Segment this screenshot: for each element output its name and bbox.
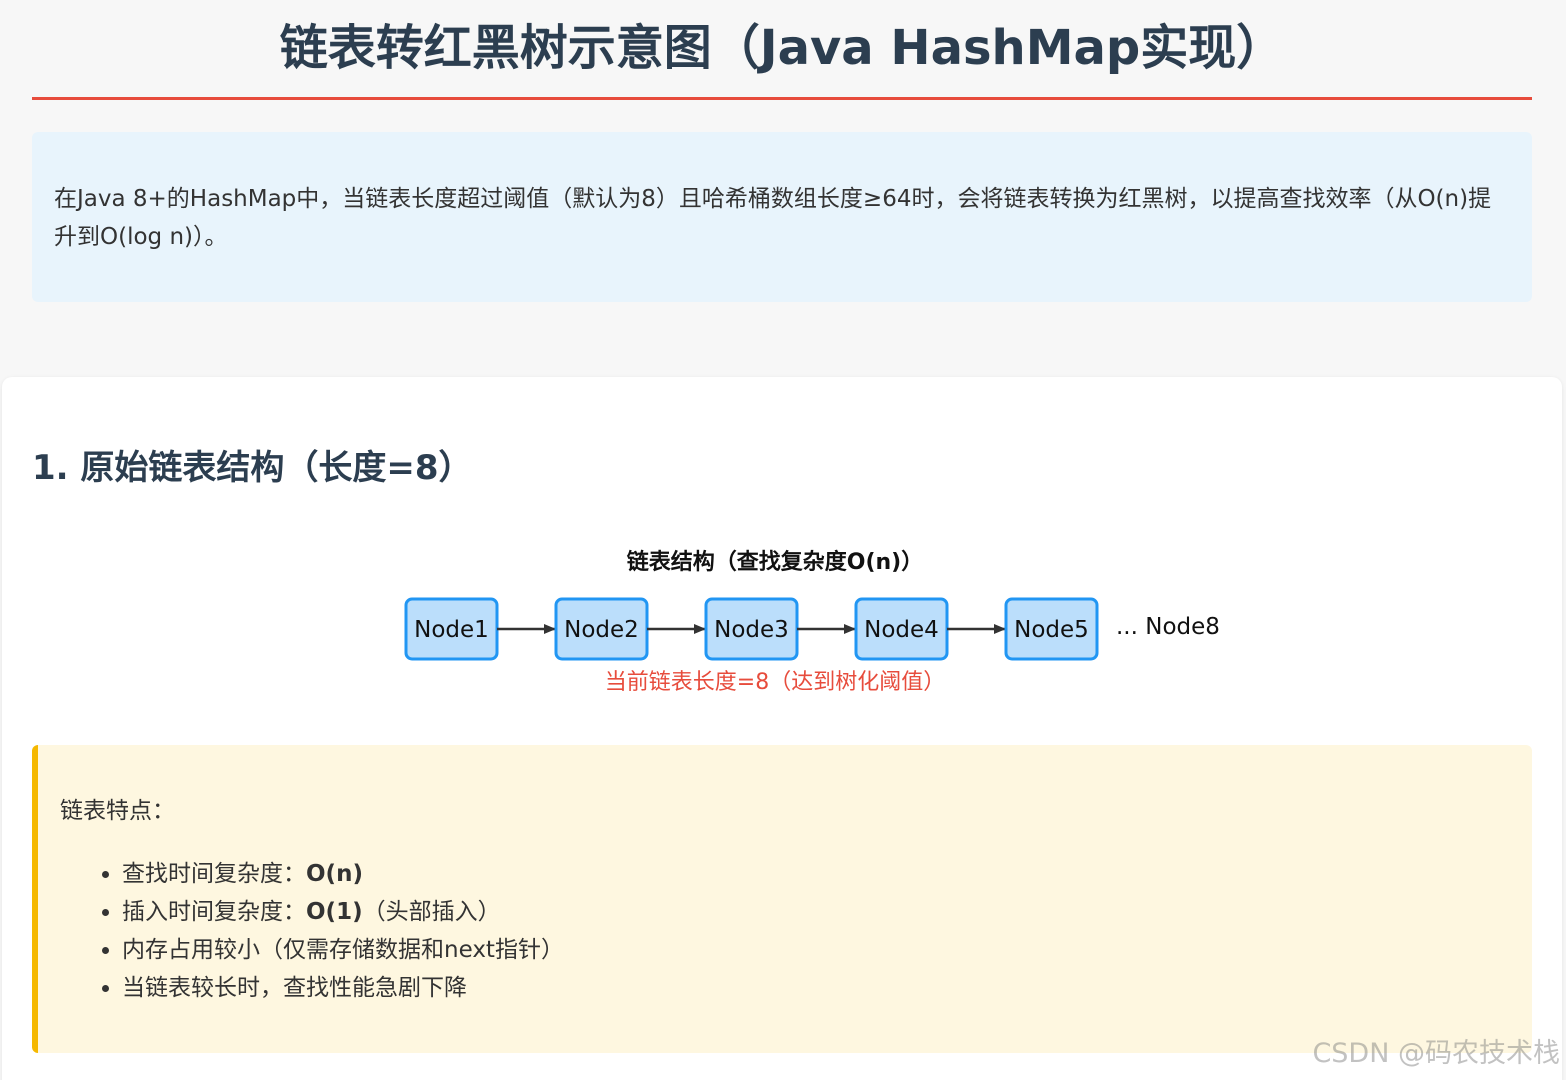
node-label: Node3: [714, 617, 789, 643]
page: 链表转红黑树示意图（Java HashMap实现） 在Java 8+的HashM…: [0, 0, 1566, 1080]
title-bar: 链表转红黑树示意图（Java HashMap实现）: [32, 0, 1532, 100]
linked-list-diagram: 链表结构（查找复杂度O(n)） Node1 Node2 Node3 Node4 Node…: [0, 530, 1566, 710]
feature-item: 内存占用较小（仅需存储数据和next指针）: [122, 931, 1532, 969]
ellipsis-node8-label: ... Node8: [1116, 614, 1220, 640]
node-label: Node1: [414, 617, 489, 643]
feature-item: 查找时间复杂度：O(n): [122, 855, 1532, 893]
feature-item-text: 插入时间复杂度：: [122, 899, 306, 925]
node-label: Node2: [564, 617, 639, 643]
feature-item-bold: O(1): [306, 899, 363, 925]
feature-heading: 链表特点：: [60, 798, 175, 824]
node-label: Node4: [864, 617, 939, 643]
feature-list: 查找时间复杂度：O(n) 插入时间复杂度：O(1)（头部插入） 内存占用较小（仅…: [60, 855, 1532, 1007]
feature-item: 当链表较长时，查找性能急剧下降: [122, 969, 1532, 1007]
watermark: CSDN @码农技术栈: [1312, 1038, 1560, 1069]
threshold-note: 当前链表长度=8（达到树化阈值）: [604, 670, 946, 695]
feature-item-text: 当链表较长时，查找性能急剧下降: [122, 975, 467, 1001]
node-label: Node5: [1014, 617, 1089, 643]
page-title: 链表转红黑树示意图（Java HashMap实现）: [279, 20, 1285, 76]
section-title: 1. 原始链表结构（长度=8）: [32, 448, 473, 488]
intro-box: 在Java 8+的HashMap中，当链表长度超过阈值（默认为8）且哈希桶数组长…: [32, 132, 1532, 302]
feature-item-bold: O(n): [306, 861, 363, 887]
feature-item-text: 查找时间复杂度：: [122, 861, 306, 887]
feature-box: 链表特点： 查找时间复杂度：O(n) 插入时间复杂度：O(1)（头部插入） 内存…: [32, 745, 1532, 1053]
intro-text: 在Java 8+的HashMap中，当链表长度超过阈值（默认为8）且哈希桶数组长…: [54, 186, 1492, 250]
feature-item-suffix: （头部插入）: [362, 899, 501, 925]
feature-item: 插入时间复杂度：O(1)（头部插入）: [122, 893, 1532, 931]
feature-item-text: 内存占用较小（仅需存储数据和next指针）: [122, 937, 564, 963]
